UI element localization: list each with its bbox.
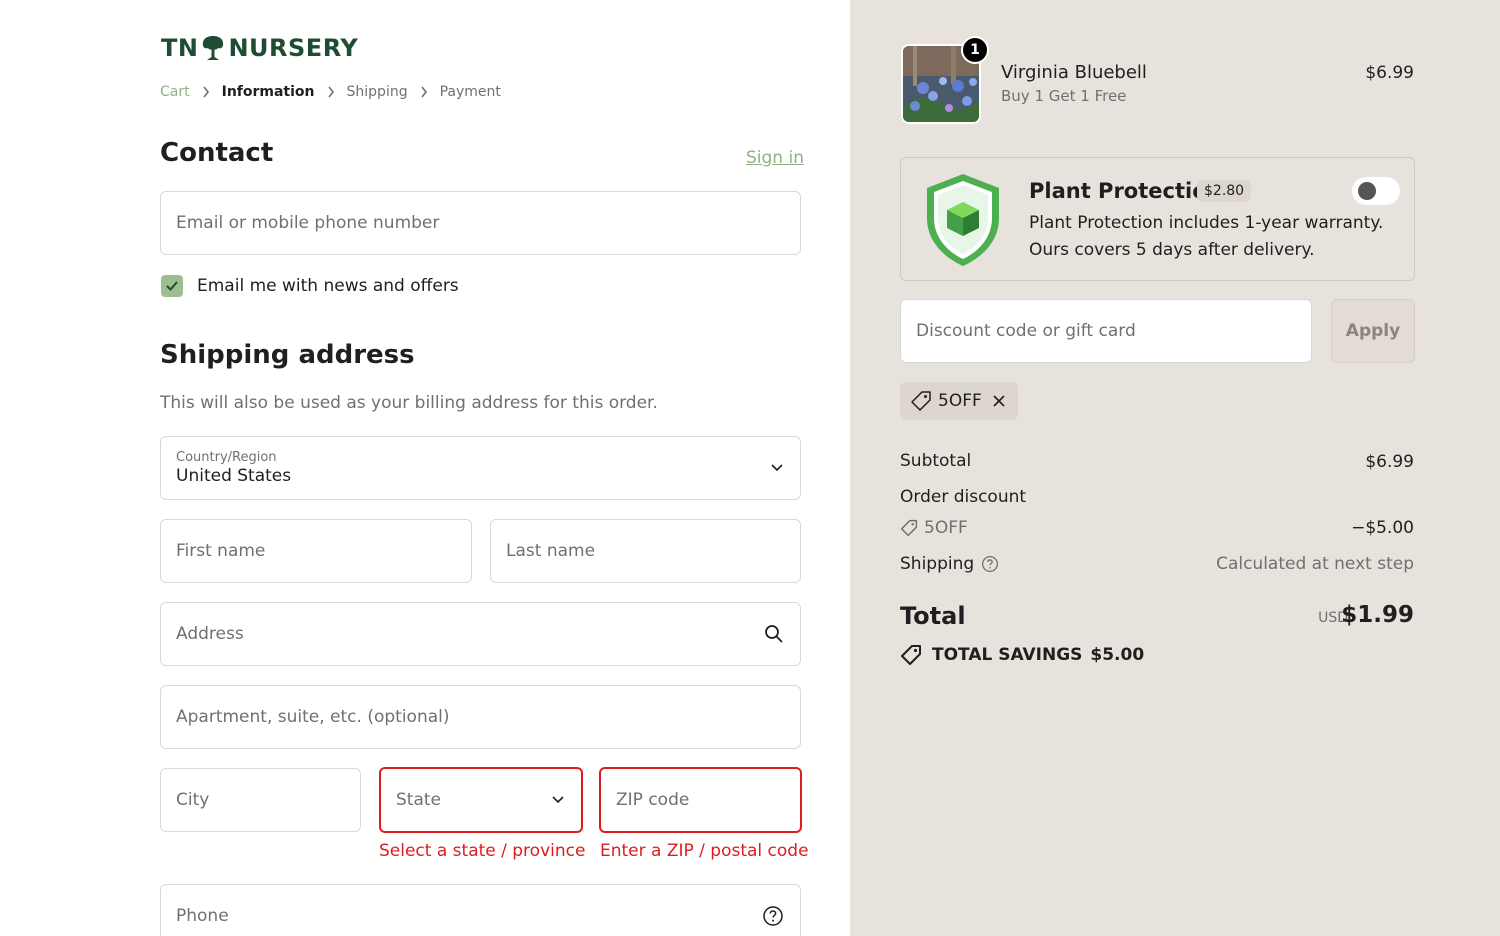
apply-button[interactable]: Apply [1331,299,1415,363]
plant-protection-card: Plant Protection $2.80 Plant Protection … [900,157,1415,281]
shipping-row: Shipping [900,554,999,574]
state-placeholder: State [396,790,441,810]
discount-value: −$5.00 [1351,518,1414,538]
chevron-down-icon [551,795,565,805]
zip-error: Enter a ZIP / postal code [600,841,809,861]
search-icon[interactable] [764,624,784,644]
state-error: Select a state / province [379,841,586,861]
protection-line-2: Ours covers 5 days after delivery. [1029,240,1315,260]
shipping-value: Calculated at next step [1216,554,1414,574]
protection-price: $2.80 [1197,180,1252,202]
billing-note: This will also be used as your billing a… [160,393,658,413]
protection-toggle[interactable] [1352,177,1400,205]
zip-field[interactable]: ZIP code [599,767,802,833]
apartment-field[interactable]: Apartment, suite, etc. (optional) [160,685,801,749]
protection-line-1: Plant Protection includes 1-year warrant… [1029,213,1384,233]
product-offer: Buy 1 Get 1 Free [1001,87,1127,105]
country-value: United States [176,466,292,486]
protection-title: Plant Protection [1029,179,1222,203]
subtotal-label: Subtotal [900,451,972,471]
chevron-right-icon [327,86,335,98]
logo-text-right: NURSERY [228,34,359,62]
country-label: Country/Region [176,450,277,465]
breadcrumb-shipping: Shipping [346,84,408,100]
address-field[interactable]: Address [160,602,801,666]
product-name: Virginia Bluebell [1001,62,1147,83]
state-select[interactable]: State [379,767,583,833]
chevron-right-icon [420,86,428,98]
chevron-down-icon [770,463,784,473]
total-savings: TOTAL SAVINGS $5.00 [900,644,1144,666]
tag-icon [900,644,922,666]
phone-placeholder: Phone [176,906,229,926]
applied-discount-chip: 5OFF [900,382,1018,420]
order-discount-label: Order discount [900,487,1027,507]
country-select[interactable]: Country/Region United States [160,436,801,500]
shipping-label: Shipping [900,554,975,574]
toggle-knob [1358,182,1376,200]
product-price: $6.99 [1365,63,1414,83]
discount-code-input[interactable]: Discount code or gift card [900,299,1312,363]
total-label: Total [900,602,966,630]
checkout-form-panel: TN NURSERY Cart Information Shipping Pay… [0,0,850,936]
newsletter-label: Email me with news and offers [197,276,459,296]
first-name-field[interactable]: First name [160,519,472,583]
brand-logo[interactable]: TN NURSERY [161,32,358,64]
breadcrumb: Cart Information Shipping Payment [160,84,501,100]
discount-placeholder: Discount code or gift card [916,321,1136,341]
breadcrumb-payment: Payment [439,84,501,100]
tag-icon [910,390,932,412]
quantity-badge: 1 [961,36,989,64]
newsletter-checkbox[interactable] [161,275,183,297]
remove-code-icon[interactable] [992,394,1006,408]
shipping-address-heading: Shipping address [160,340,415,370]
protection-description: Plant Protection includes 1-year warrant… [1029,210,1383,264]
help-icon[interactable] [981,555,999,573]
total-value: $1.99 [1341,602,1414,628]
email-placeholder: Email or mobile phone number [176,213,440,233]
sign-in-link[interactable]: Sign in [746,148,804,168]
logo-text-left: TN [161,34,199,62]
savings-label: TOTAL SAVINGS [932,645,1083,665]
email-field[interactable]: Email or mobile phone number [160,191,801,255]
savings-value: $5.00 [1090,645,1145,665]
subtotal-value: $6.99 [1365,452,1414,472]
apartment-placeholder: Apartment, suite, etc. (optional) [176,707,450,727]
shield-icon [923,172,1003,272]
last-name-field[interactable]: Last name [490,519,801,583]
phone-field[interactable]: Phone [160,884,801,936]
applied-code-text: 5OFF [938,391,982,411]
checkmark-icon [166,281,178,291]
tree-logo-icon [203,36,224,60]
address-placeholder: Address [176,624,244,644]
zip-placeholder: ZIP code [616,790,690,810]
help-icon[interactable] [762,905,784,927]
breadcrumb-information: Information [221,84,315,100]
breadcrumb-cart[interactable]: Cart [160,84,190,100]
contact-heading: Contact [160,138,274,168]
city-field[interactable]: City [160,768,361,832]
discount-code-text: 5OFF [924,518,968,538]
city-placeholder: City [176,790,210,810]
newsletter-checkbox-row[interactable]: Email me with news and offers [161,275,459,297]
last-name-placeholder: Last name [506,541,596,561]
tag-icon [900,519,918,537]
chevron-right-icon [202,86,210,98]
discount-code-row: 5OFF [900,518,968,538]
first-name-placeholder: First name [176,541,266,561]
